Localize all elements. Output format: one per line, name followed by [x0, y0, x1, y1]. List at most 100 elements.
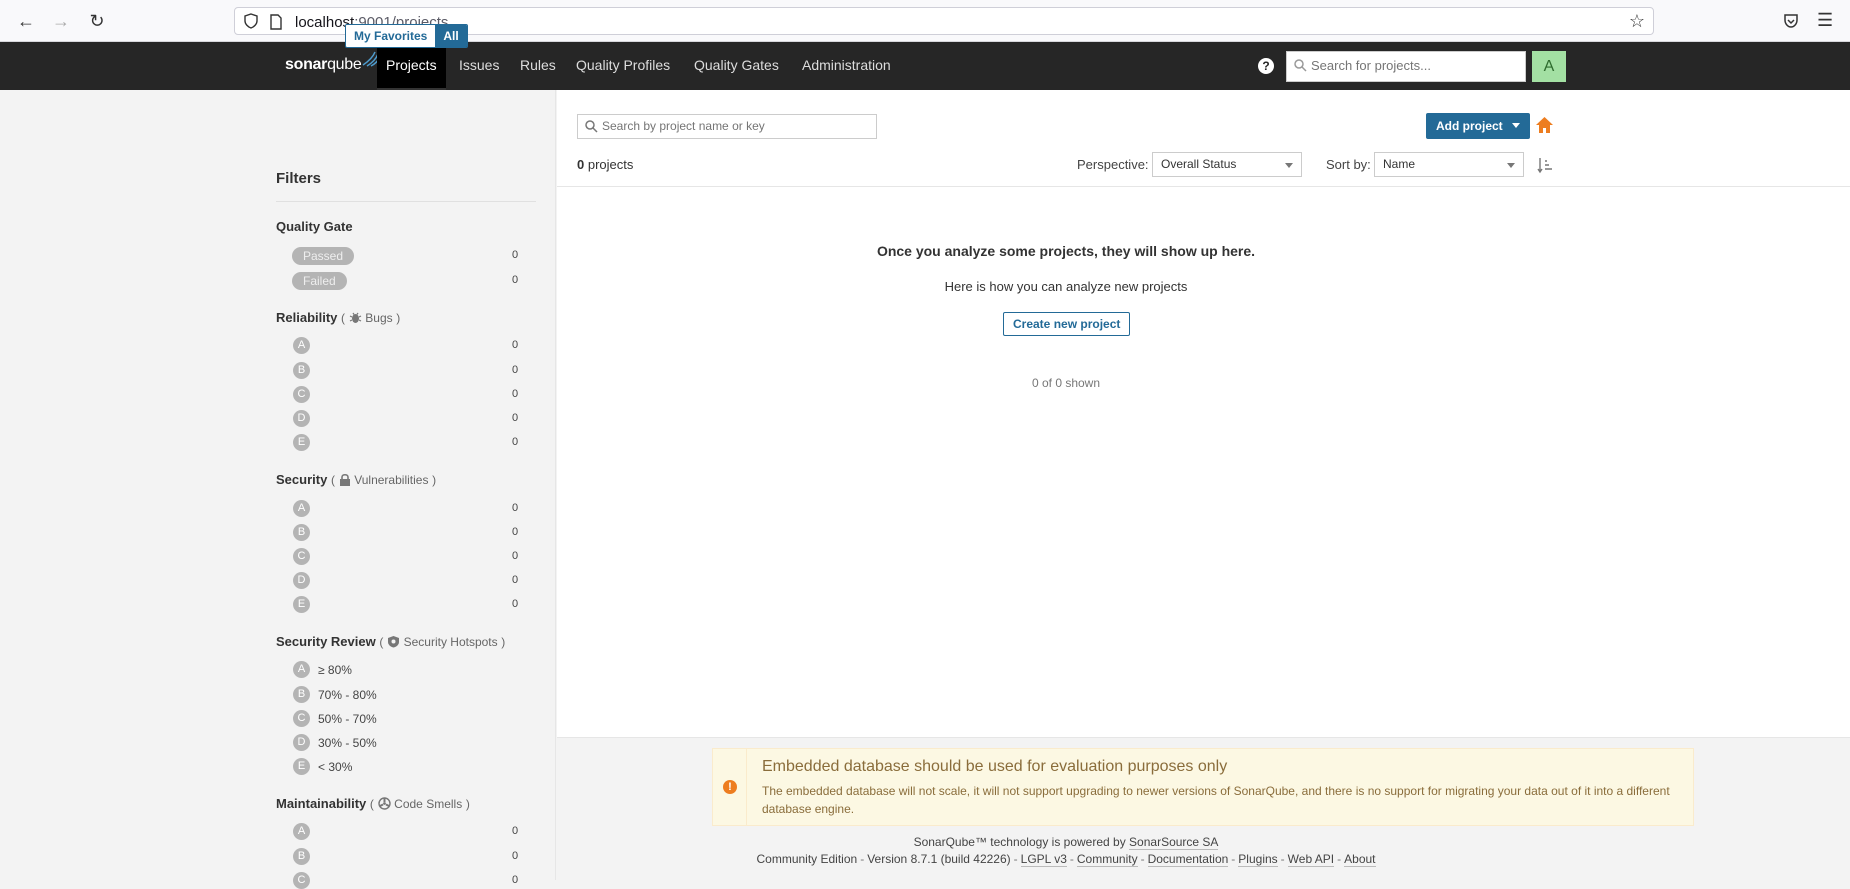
- reliability-facet-title[interactable]: Reliability ( Bugs ): [276, 310, 400, 325]
- search-icon: [1294, 59, 1307, 77]
- reliability-rating-d[interactable]: D: [293, 410, 310, 427]
- help-icon[interactable]: ?: [1258, 58, 1274, 74]
- sort-select[interactable]: Name: [1374, 152, 1524, 177]
- quality-gate-facet-title[interactable]: Quality Gate: [276, 219, 353, 234]
- security-review-paren-close: ): [501, 635, 506, 649]
- global-search-input[interactable]: [1311, 58, 1521, 73]
- security-review-facet-title[interactable]: Security Review ( Security Hotspots ): [276, 634, 505, 649]
- footer-sonarsource-link[interactable]: SonarSource SA: [1129, 835, 1219, 850]
- add-project-button[interactable]: Add project: [1426, 113, 1531, 139]
- security-review-rating-e[interactable]: E: [293, 758, 310, 775]
- perspective-select[interactable]: Overall Status: [1152, 152, 1302, 177]
- pocket-icon[interactable]: [1782, 12, 1800, 35]
- project-search-input[interactable]: [602, 119, 872, 133]
- global-search[interactable]: [1286, 51, 1526, 82]
- security-review-range-e[interactable]: < 30%: [318, 760, 352, 774]
- maintainability-facet-title[interactable]: Maintainability ( Code Smells ): [276, 796, 470, 811]
- sonarqube-logo[interactable]: sonarqube: [285, 51, 381, 74]
- sort-value: Name: [1383, 157, 1416, 171]
- back-icon[interactable]: ←: [16, 11, 36, 31]
- security-hotspot-icon: [387, 634, 400, 649]
- maintainability-label: Maintainability: [276, 796, 367, 811]
- footer-edition: Community Edition: [756, 852, 858, 866]
- create-new-project-button[interactable]: Create new project: [1003, 312, 1131, 336]
- main-divider: [557, 186, 1850, 187]
- security-rating-b[interactable]: B: [293, 524, 310, 541]
- reliability-rating-e[interactable]: E: [293, 434, 310, 451]
- shown-count: 0 of 0 shown: [1031, 376, 1101, 390]
- quality-gate-failed-count: 0: [512, 274, 519, 286]
- security-review-rating-d[interactable]: D: [293, 734, 310, 751]
- security-count-b: 0: [512, 526, 519, 538]
- warning-title: Embedded database should be used for eva…: [762, 758, 1228, 775]
- maintainability-count-c: 0: [512, 874, 519, 886]
- page-info-icon[interactable]: [269, 14, 283, 35]
- favorites-toggle: My Favorites All: [345, 24, 468, 48]
- reliability-label: Reliability: [276, 310, 338, 325]
- footer-community-link[interactable]: Community: [1076, 852, 1138, 867]
- quality-gate-passed[interactable]: Passed: [292, 247, 355, 265]
- security-count-e: 0: [512, 598, 519, 610]
- reliability-rating-c[interactable]: C: [293, 386, 310, 403]
- footer-plugins-link[interactable]: Plugins: [1238, 852, 1278, 867]
- maintainability-rating-a[interactable]: A: [293, 823, 310, 840]
- security-rating-d[interactable]: D: [293, 572, 310, 589]
- footer-license-link[interactable]: LGPL v3: [1020, 852, 1067, 867]
- nav-quality-profiles[interactable]: Quality Profiles: [567, 42, 679, 90]
- nav-issues[interactable]: Issues: [450, 42, 508, 90]
- reload-icon[interactable]: ↻: [87, 11, 107, 31]
- security-review-rating-c[interactable]: C: [293, 710, 310, 727]
- reliability-count-a: 0: [512, 339, 519, 351]
- footer-powered-text: SonarQube™ technology is powered by: [913, 835, 1126, 849]
- footer-separator: -: [1337, 852, 1342, 866]
- user-avatar[interactable]: A: [1532, 51, 1566, 82]
- sort-order-icon[interactable]: [1537, 157, 1553, 179]
- filters-title: Filters: [276, 170, 322, 187]
- reliability-rating-b[interactable]: B: [293, 362, 310, 379]
- security-rating-c[interactable]: C: [293, 548, 310, 565]
- shield-icon[interactable]: [243, 13, 259, 34]
- global-navbar: sonarqube Projects Issues Rules Quality …: [0, 42, 1850, 90]
- reliability-paren-open: (: [341, 311, 346, 325]
- footer-separator: -: [860, 852, 865, 866]
- menu-icon[interactable]: ☰: [1817, 10, 1833, 31]
- footer-about-link[interactable]: About: [1344, 852, 1376, 867]
- security-review-range-d[interactable]: 30% - 50%: [318, 736, 377, 750]
- quality-gate-failed[interactable]: Failed: [292, 272, 347, 290]
- security-review-rating-a[interactable]: A: [293, 661, 310, 678]
- perspective-label: Perspective:: [1077, 157, 1149, 172]
- security-rating-e[interactable]: E: [293, 596, 310, 613]
- reliability-rating-a[interactable]: A: [293, 337, 310, 354]
- my-favorites-button[interactable]: My Favorites: [346, 25, 436, 47]
- empty-state-title: Once you analyze some projects, they wil…: [876, 243, 1256, 259]
- caret-down-icon: [1512, 123, 1521, 128]
- nav-projects[interactable]: Projects: [377, 42, 446, 90]
- nav-quality-gates[interactable]: Quality Gates: [685, 42, 788, 90]
- footer-documentation-link[interactable]: Documentation: [1147, 852, 1229, 867]
- security-facet-title[interactable]: Security ( Vulnerabilities ): [276, 472, 436, 487]
- security-count-c: 0: [512, 550, 519, 562]
- nav-administration[interactable]: Administration: [793, 42, 900, 90]
- search-icon: [585, 120, 598, 138]
- forward-icon[interactable]: →: [51, 11, 71, 31]
- home-icon[interactable]: [1535, 116, 1554, 139]
- bookmark-star-icon[interactable]: ☆: [1629, 11, 1645, 32]
- security-rating-a[interactable]: A: [293, 500, 310, 517]
- maintainability-rating-b[interactable]: B: [293, 848, 310, 865]
- warning-icon-box: !: [713, 749, 747, 825]
- project-count-number: 0: [577, 157, 585, 172]
- maintainability-count-a: 0: [512, 825, 519, 837]
- security-review-range-b[interactable]: 70% - 80%: [318, 688, 377, 702]
- security-review-range-c[interactable]: 50% - 70%: [318, 712, 377, 726]
- logo-text-thin: qube: [327, 56, 362, 73]
- security-review-range-a[interactable]: ≥ 80%: [318, 663, 352, 677]
- security-review-rating-b[interactable]: B: [293, 686, 310, 703]
- maintainability-rating-c[interactable]: C: [293, 872, 310, 889]
- filters-divider: [276, 201, 536, 202]
- project-search[interactable]: [577, 114, 877, 139]
- all-button[interactable]: All: [435, 25, 467, 47]
- project-count: 0 projects: [577, 157, 633, 172]
- nav-rules[interactable]: Rules: [511, 42, 565, 90]
- footer-version: Version 8.7.1 (build 42226): [867, 852, 1011, 866]
- footer-webapi-link[interactable]: Web API: [1287, 852, 1335, 867]
